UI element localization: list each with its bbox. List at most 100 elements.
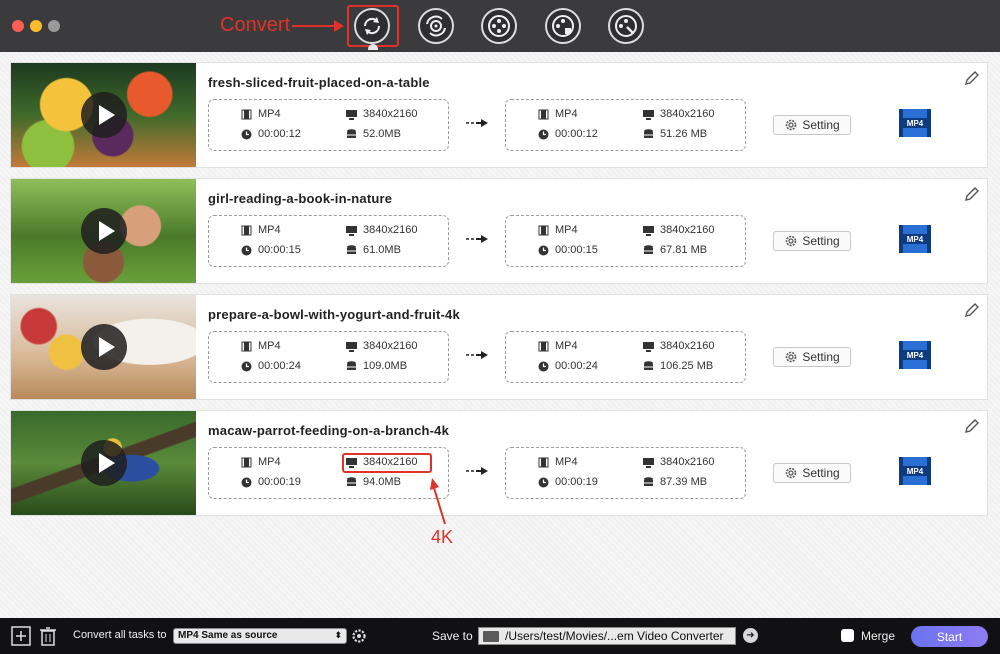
resolution-value: 3840x2160 (660, 340, 715, 352)
refresh-disc-tool-button[interactable] (418, 8, 454, 44)
monitor-icon (643, 341, 654, 352)
monitor-icon (346, 109, 357, 120)
arrow-right-icon (466, 467, 488, 475)
output-format-value: MP4 Same as source (178, 630, 278, 641)
output-format-select[interactable]: MP4 Same as source ⬍ (173, 628, 347, 644)
save-path-field[interactable]: /Users/test/Movies/...em Video Converter (478, 627, 736, 645)
title-bar: Convert (0, 0, 1000, 52)
film-reel-plus-tool-button[interactable] (545, 8, 581, 44)
task-list: fresh-sliced-fruit-placed-on-a-table MP4… (0, 52, 1000, 618)
database-icon (347, 244, 356, 254)
file-name: girl-reading-a-book-in-nature (208, 191, 393, 206)
play-button[interactable] (81, 440, 127, 486)
edit-pencil-icon[interactable] (963, 417, 981, 435)
save-path-value: /Users/test/Movies/...em Video Converter (505, 629, 724, 643)
database-icon (347, 476, 356, 486)
source-info-box: MP4 3840x2160 00:00:24 109.0MB (208, 331, 449, 383)
mp4-format-icon[interactable]: MP4 (897, 339, 933, 371)
format-value: MP4 (258, 456, 281, 468)
duration-value: 00:00:12 (258, 128, 301, 140)
resolution-value: 3840x2160 (363, 108, 418, 120)
video-thumbnail[interactable] (11, 63, 196, 167)
svg-text:MP4: MP4 (907, 467, 924, 476)
start-button[interactable]: Start (911, 626, 988, 647)
video-thumbnail[interactable] (11, 411, 196, 515)
output-info-box: MP4 3840x2160 00:00:15 67.81 MB (505, 215, 746, 267)
task-row: prepare-a-bowl-with-yogurt-and-fruit-4k … (10, 294, 988, 400)
active-tool-indicator (368, 44, 378, 50)
output-info-box: MP4 3840x2160 00:00:24 106.25 MB (505, 331, 746, 383)
add-file-icon[interactable] (11, 626, 31, 646)
format-value: MP4 (555, 224, 578, 236)
database-icon (347, 360, 356, 370)
film-icon (538, 109, 549, 119)
monitor-icon (643, 225, 654, 236)
merge-checkbox[interactable] (841, 629, 854, 642)
fourk-annotation-label: 4K (431, 527, 454, 547)
open-folder-arrow-icon[interactable]: ➜ (743, 628, 758, 643)
setting-button[interactable]: Setting (773, 347, 851, 367)
size-value: 51.26 MB (660, 128, 708, 140)
resolution-highlight-box (342, 453, 432, 473)
mp4-format-icon[interactable]: MP4 (897, 455, 933, 487)
film-reel-tool-button[interactable] (481, 8, 517, 44)
clock-icon (241, 477, 252, 487)
gear-icon (786, 467, 797, 479)
folder-icon (483, 631, 499, 642)
video-thumbnail[interactable] (11, 179, 196, 283)
duration-value: 00:00:19 (555, 476, 598, 488)
format-value: MP4 (258, 108, 281, 120)
setting-button[interactable]: Setting (773, 115, 851, 135)
task-row: fresh-sliced-fruit-placed-on-a-table MP4… (10, 62, 988, 168)
close-window-button[interactable] (12, 20, 24, 32)
svg-text:MP4: MP4 (907, 235, 924, 244)
database-icon (644, 128, 653, 138)
resolution-value: 3840x2160 (363, 224, 418, 236)
duration-value: 00:00:24 (555, 360, 598, 372)
file-name: macaw-parrot-feeding-on-a-branch-4k (208, 423, 450, 438)
size-value: 106.25 MB (660, 360, 714, 372)
duration-value: 00:00:15 (258, 244, 301, 256)
setting-button[interactable]: Setting (773, 463, 851, 483)
convert-tool-highlight (347, 5, 399, 47)
film-reel-wrench-tool-button[interactable] (608, 8, 644, 44)
video-thumbnail[interactable] (11, 295, 196, 399)
film-icon (538, 225, 549, 235)
trash-icon[interactable] (38, 626, 58, 646)
mp4-format-icon[interactable]: MP4 (897, 223, 933, 255)
svg-text:MP4: MP4 (907, 119, 924, 128)
film-icon (241, 109, 252, 119)
edit-pencil-icon[interactable] (963, 69, 981, 87)
clock-icon (538, 129, 549, 139)
svg-text:MP4: MP4 (907, 351, 924, 360)
gear-icon (786, 119, 797, 131)
source-info-box: MP4 3840x2160 00:00:12 52.0MB (208, 99, 449, 151)
film-icon (241, 341, 252, 351)
mp4-format-icon[interactable]: MP4 (897, 107, 933, 139)
edit-pencil-icon[interactable] (963, 301, 981, 319)
clock-icon (538, 361, 549, 371)
format-value: MP4 (555, 340, 578, 352)
file-name: fresh-sliced-fruit-placed-on-a-table (208, 75, 430, 90)
minimize-window-button[interactable] (30, 20, 42, 32)
gear-icon[interactable] (351, 628, 367, 644)
arrow-right-icon (466, 351, 488, 359)
setting-label: Setting (802, 234, 840, 248)
monitor-icon (643, 109, 654, 120)
play-button[interactable] (81, 324, 127, 370)
setting-button[interactable]: Setting (773, 231, 851, 251)
zoom-window-button[interactable] (48, 20, 60, 32)
film-reel-icon (488, 15, 510, 37)
play-button[interactable] (81, 92, 127, 138)
clock-icon (538, 477, 549, 487)
film-icon (538, 457, 549, 467)
clock-icon (241, 245, 252, 255)
annotation-arrow-up-icon (430, 478, 446, 525)
play-button[interactable] (81, 208, 127, 254)
database-icon (347, 128, 356, 138)
format-value: MP4 (258, 224, 281, 236)
edit-pencil-icon[interactable] (963, 185, 981, 203)
setting-label: Setting (802, 118, 840, 132)
resolution-value: 3840x2160 (660, 456, 715, 468)
file-name: prepare-a-bowl-with-yogurt-and-fruit-4k (208, 307, 460, 322)
